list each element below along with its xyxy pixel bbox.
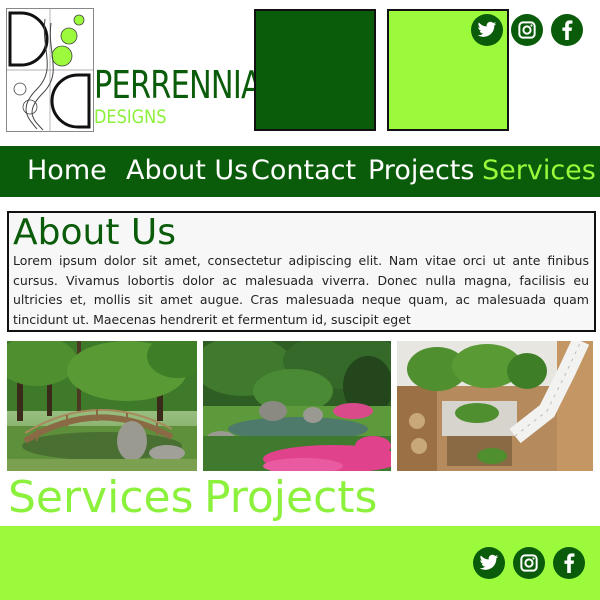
instagram-icon[interactable]	[511, 14, 543, 46]
rooftop-garden-photo	[397, 341, 593, 471]
logo-graphic	[7, 9, 93, 131]
about-section: About Us Lorem ipsum dolor sit amet, con…	[7, 211, 596, 332]
instagram-icon[interactable]	[513, 547, 545, 579]
japanese-garden-pond-photo	[203, 341, 391, 471]
facebook-icon[interactable]	[551, 14, 583, 46]
garden-bridge-photo	[7, 341, 197, 471]
logo[interactable]	[6, 8, 94, 132]
nav-about-us[interactable]: About Us	[126, 154, 248, 188]
social-links-footer	[473, 547, 585, 579]
nav-contact[interactable]: Contact	[251, 154, 356, 188]
about-title: About Us	[13, 212, 176, 253]
main-nav: Home About Us Contact Projects Services	[0, 146, 600, 197]
social-links-header	[471, 14, 583, 46]
brand-tagline: DESIGNS	[94, 106, 167, 128]
nav-projects[interactable]: Projects	[368, 154, 474, 188]
projects-heading[interactable]: Projects	[204, 473, 377, 523]
nav-services[interactable]: Services	[482, 154, 596, 188]
about-body: Lorem ipsum dolor sit amet, consectetur …	[13, 253, 589, 327]
twitter-icon[interactable]	[473, 547, 505, 579]
nav-home[interactable]: Home	[27, 154, 107, 188]
services-heading[interactable]: Services	[8, 473, 194, 523]
facebook-icon[interactable]	[553, 547, 585, 579]
brand-name: PERRENNIAL	[94, 63, 278, 107]
twitter-icon[interactable]	[471, 14, 503, 46]
dark-green-swatch	[254, 9, 376, 131]
